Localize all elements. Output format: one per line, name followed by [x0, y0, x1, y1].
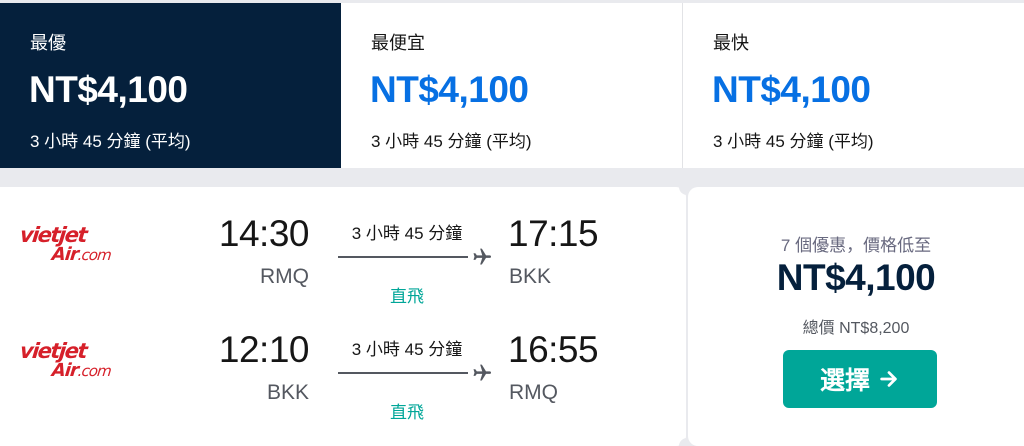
flight-duration: 3 小時 45 分鐘 [351, 224, 463, 243]
arrow-right-icon [880, 371, 897, 387]
stops-label: 直飛 [390, 287, 424, 306]
tab-price: NT$4,100 [29, 69, 188, 110]
tab-cheapest[interactable]: 最便宜 NT$4,100 3 小時 45 分鐘 (平均) [341, 3, 683, 168]
select-button-label: 選擇 [819, 367, 870, 395]
select-button[interactable]: 選擇 [783, 350, 937, 408]
route-line [338, 372, 468, 374]
arrival-time: 16:55 [508, 329, 599, 370]
airline-logo: vietjet Air.com [18, 223, 112, 265]
itinerary-panel[interactable]: vietjet Air.com 14:30 RMQ 3 小時 45 分鐘 直飛 … [0, 187, 686, 446]
return-leg: vietjet Air.com 12:10 BKK 3 小時 45 分鐘 直飛 … [0, 321, 686, 431]
departure-time: 14:30 [218, 213, 310, 254]
sort-tabs: 最優 NT$4,100 3 小時 45 分鐘 (平均) 最便宜 NT$4,100… [0, 3, 1024, 168]
departure-airport: BKK [266, 381, 309, 404]
tab-duration: 3 小時 45 分鐘 (平均) [713, 132, 874, 151]
tab-fastest[interactable]: 最快 NT$4,100 3 小時 45 分鐘 (平均) [683, 3, 1024, 168]
tab-label: 最便宜 [371, 33, 425, 53]
tab-price: NT$4,100 [712, 69, 871, 110]
stops-label: 直飛 [390, 403, 424, 422]
outbound-leg: vietjet Air.com 14:30 RMQ 3 小時 45 分鐘 直飛 … [0, 205, 686, 315]
price: NT$4,100 [776, 257, 936, 298]
price-panel: 7 個優惠，價格低至 NT$4,100 總價 NT$8,200 選擇 [688, 187, 1024, 446]
result-card[interactable]: vietjet Air.com 14:30 RMQ 3 小時 45 分鐘 直飛 … [0, 179, 1024, 446]
arrival-airport: BKK [509, 265, 552, 288]
tab-duration: 3 小時 45 分鐘 (平均) [371, 132, 532, 151]
deals-count: 7 個優惠，價格低至 [780, 236, 932, 255]
total-price: 總價 NT$8,200 [802, 320, 910, 337]
plane-icon [473, 364, 491, 381]
arrival-airport: RMQ [509, 381, 558, 404]
departure-airport: RMQ [260, 265, 309, 288]
tab-best[interactable]: 最優 NT$4,100 3 小時 45 分鐘 (平均) [0, 3, 341, 168]
tab-duration: 3 小時 45 分鐘 (平均) [30, 132, 191, 151]
arrival-time: 17:15 [508, 213, 599, 254]
departure-time: 12:10 [218, 329, 310, 370]
tab-label: 最快 [713, 33, 749, 53]
plane-icon [473, 248, 491, 265]
tab-price: NT$4,100 [370, 69, 529, 110]
tab-label: 最優 [30, 33, 66, 53]
route-line [338, 256, 468, 258]
airline-logo: vietjet Air.com [18, 339, 112, 381]
flight-duration: 3 小時 45 分鐘 [351, 340, 463, 359]
